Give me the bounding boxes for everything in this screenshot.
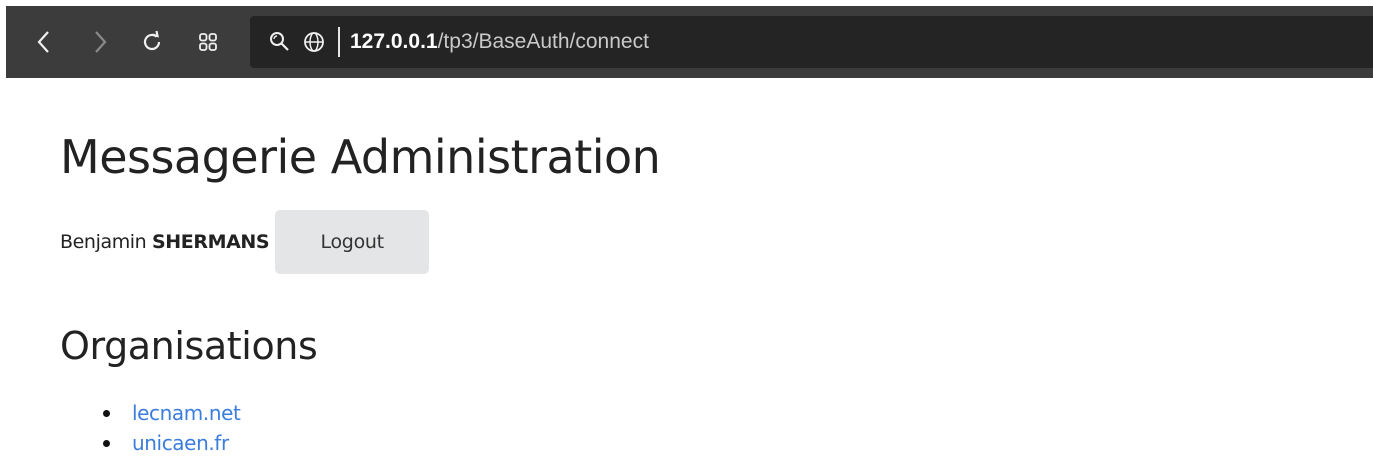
logout-button[interactable]: Logout: [275, 210, 430, 274]
search-icon[interactable]: [268, 30, 292, 54]
organisation-link-lecnam[interactable]: lecnam.net: [132, 401, 241, 425]
globe-icon[interactable]: [302, 30, 326, 54]
page-title: Messagerie Administration: [60, 130, 661, 184]
organisations-list: lecnam.net unicaen.fr: [60, 398, 241, 458]
forward-arrow-icon: [95, 31, 107, 53]
list-item: unicaen.fr: [60, 428, 240, 458]
url-path: /tp3/BaseAuth/connect: [437, 30, 649, 53]
user-row: Benjamin SHERMANS Logout: [60, 210, 430, 274]
user-first-name: Benjamin: [60, 231, 147, 253]
tabs-overview-button[interactable]: [190, 24, 226, 60]
back-button[interactable]: [26, 24, 62, 60]
browser-chrome: 127.0.0.1/tp3/BaseAuth/connect: [0, 0, 1373, 78]
url-text[interactable]: 127.0.0.1/tp3/BaseAuth/connect: [350, 30, 649, 54]
tab-grid-icon: [199, 33, 217, 51]
bullet: [103, 440, 110, 447]
reload-button[interactable]: [134, 24, 170, 60]
user-name: Benjamin SHERMANS: [60, 231, 270, 253]
organisations-heading: Organisations: [60, 324, 318, 368]
reload-icon: [143, 30, 161, 51]
user-last-name: SHERMANS: [151, 231, 270, 253]
url-separator: [338, 27, 340, 57]
list-item: lecnam.net: [60, 398, 241, 428]
organisation-link-unicaen[interactable]: unicaen.fr: [132, 431, 229, 455]
browser-toolbar: 127.0.0.1/tp3/BaseAuth/connect: [6, 6, 1373, 78]
address-bar[interactable]: 127.0.0.1/tp3/BaseAuth/connect: [250, 16, 1373, 68]
back-arrow-icon: [37, 31, 49, 53]
url-host: 127.0.0.1: [350, 30, 438, 53]
forward-button[interactable]: [82, 24, 118, 60]
bullet: [103, 410, 110, 417]
